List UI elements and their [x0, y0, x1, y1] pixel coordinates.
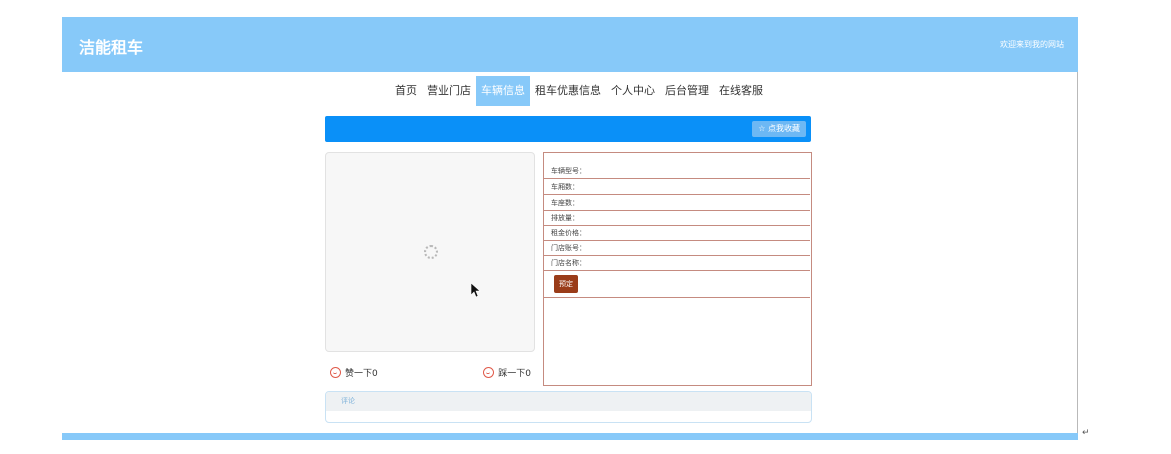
nav-home[interactable]: 首页 — [390, 76, 422, 106]
field-price: 租金价格： — [544, 225, 810, 241]
comments-panel: 评论 — [325, 391, 812, 423]
vehicle-image-panel — [325, 152, 535, 352]
site-footer — [62, 433, 1078, 440]
smile-icon — [330, 367, 341, 378]
dislike-button[interactable]: 踩一下0 — [483, 366, 531, 379]
nav-vehicles[interactable]: 车辆信息 — [476, 76, 530, 106]
field-carriages: 车厢数： — [544, 179, 810, 195]
like-button[interactable]: 赞一下0 — [330, 366, 378, 379]
detail-toolbar: ☆ 点我收藏 — [325, 116, 811, 142]
mouse-cursor-icon — [471, 283, 481, 298]
page: 洁能租车 欢迎来到我的网站 首页 营业门店 车辆信息 租车优惠信息 个人中心 后… — [0, 0, 1171, 454]
site-brand[interactable]: 洁能租车 — [79, 34, 143, 58]
nav-online-service[interactable]: 在线客服 — [714, 76, 768, 106]
field-store-account: 门店账号： — [544, 240, 810, 256]
loading-spinner-icon — [424, 245, 438, 259]
comments-title: 评论 — [326, 392, 811, 411]
reaction-bar: 赞一下0 踩一下0 — [325, 363, 535, 385]
booking-row: 预定 — [544, 270, 810, 298]
book-button[interactable]: 预定 — [554, 275, 578, 293]
like-label: 赞一下0 — [345, 369, 378, 379]
field-model: 车辆型号： — [544, 163, 810, 179]
field-store-name: 门店名称： — [544, 255, 810, 271]
browser-viewport: 洁能租车 欢迎来到我的网站 首页 营业门店 车辆信息 租车优惠信息 个人中心 后… — [62, 17, 1078, 440]
nav-stores[interactable]: 营业门店 — [422, 76, 476, 106]
nav-personal-center[interactable]: 个人中心 — [606, 76, 660, 106]
paragraph-mark: ↵ — [1082, 428, 1090, 438]
smile-icon — [483, 367, 495, 378]
main-nav: 首页 营业门店 车辆信息 租车优惠信息 个人中心 后台管理 在线客服 — [390, 76, 768, 106]
dislike-label: 踩一下0 — [498, 369, 531, 379]
nav-promotions[interactable]: 租车优惠信息 — [530, 76, 606, 106]
vehicle-info-panel: 车辆型号： 车厢数： 车座数： 排放量： 租金价格： 门店账号： 门店名称： 预… — [543, 152, 812, 386]
favorite-button[interactable]: ☆ 点我收藏 — [752, 121, 806, 137]
field-seats: 车座数： — [544, 195, 810, 211]
field-emission: 排放量： — [544, 210, 810, 226]
site-header: 洁能租车 欢迎来到我的网站 — [62, 17, 1078, 72]
welcome-text: 欢迎来到我的网站 — [1000, 40, 1064, 49]
nav-admin[interactable]: 后台管理 — [660, 76, 714, 106]
